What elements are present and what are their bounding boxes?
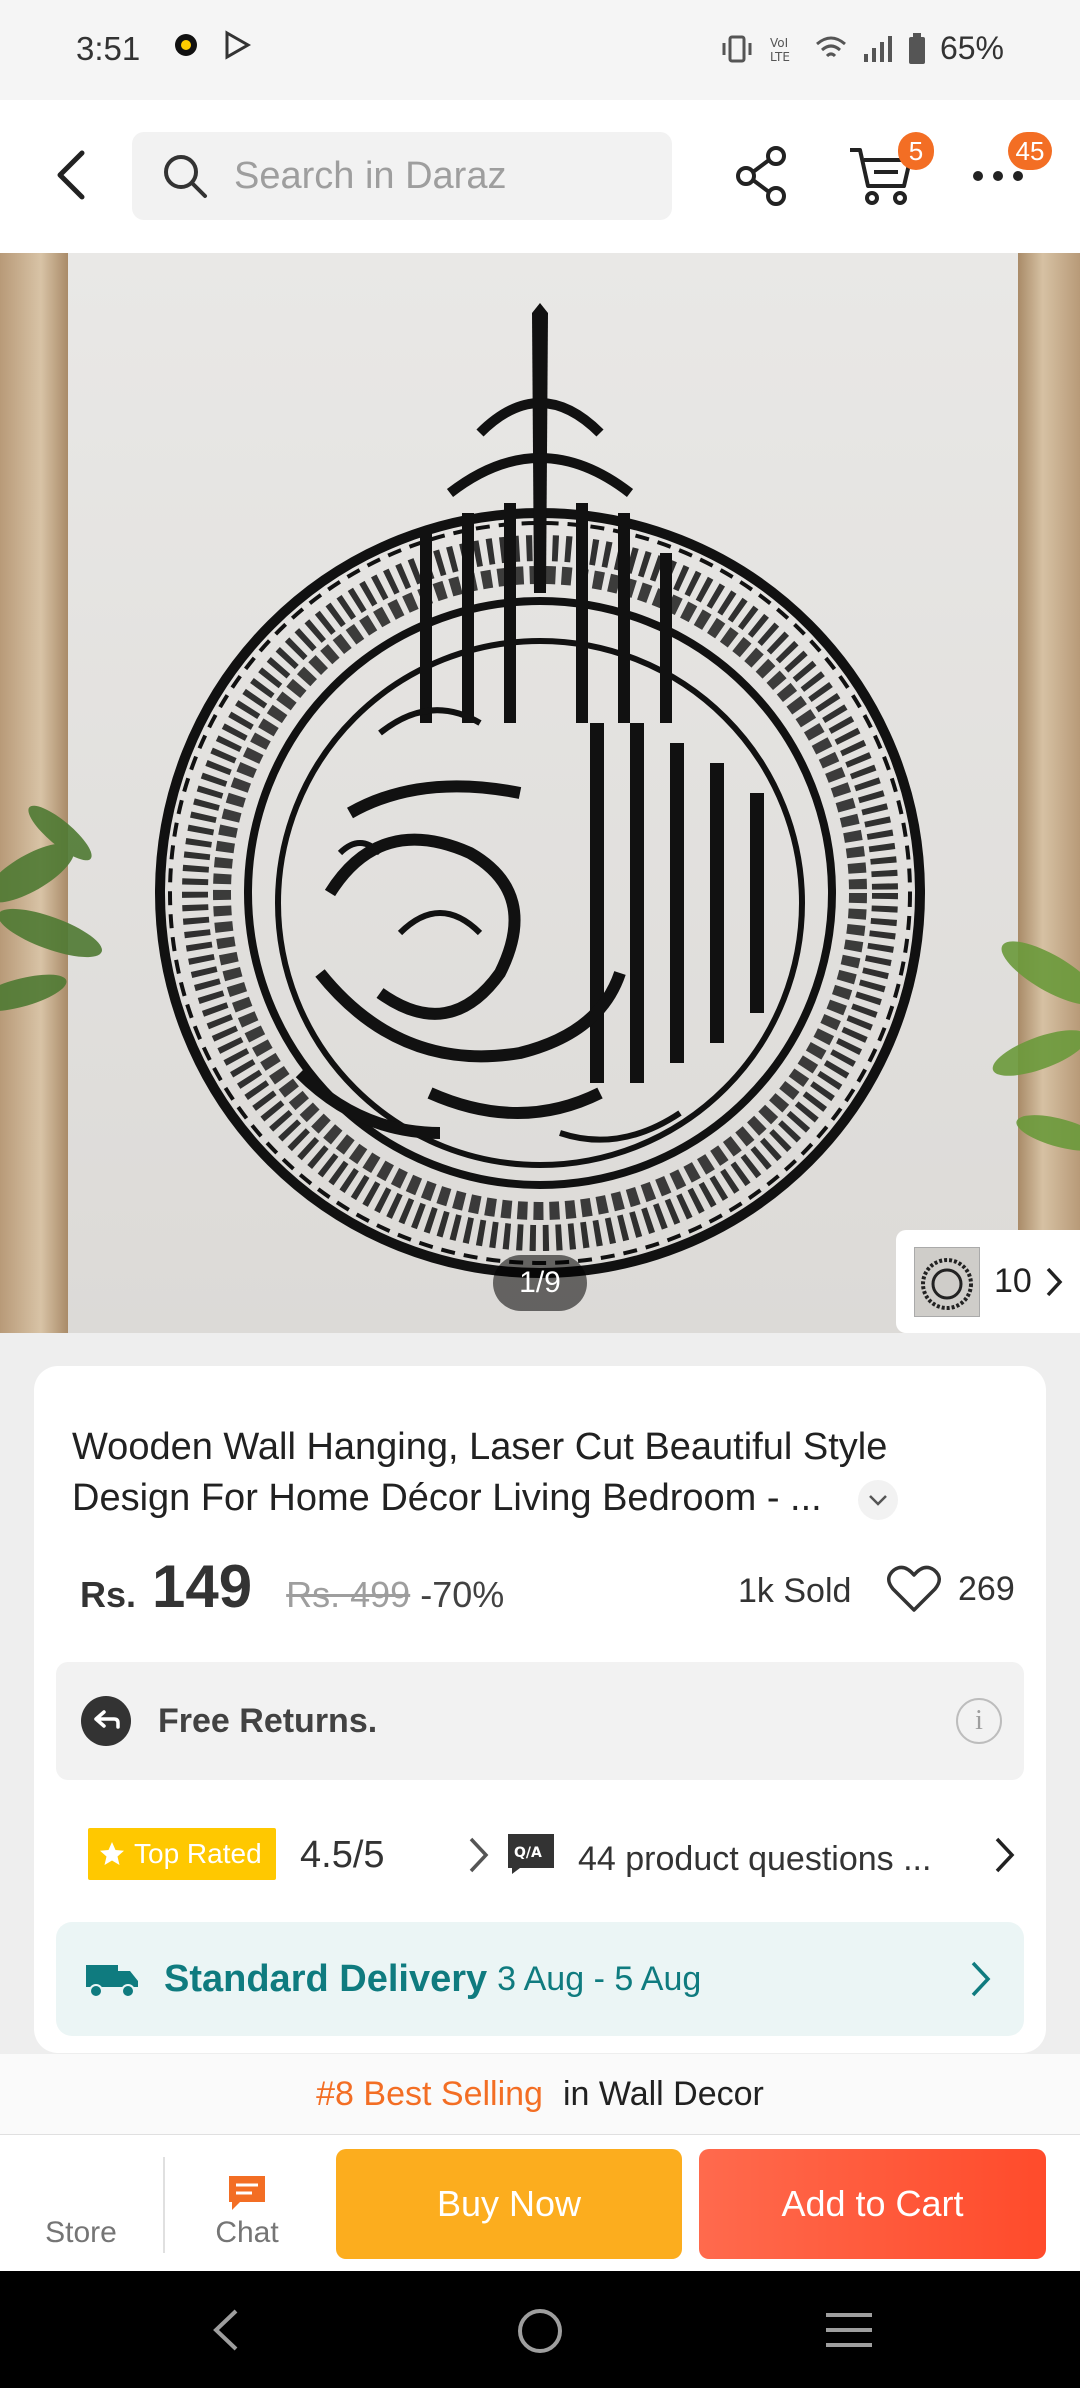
product-image-gallery[interactable]: 1/9 10	[0, 253, 1080, 1333]
add-to-cart-button[interactable]: Add to Cart	[699, 2149, 1046, 2259]
back-arrow-icon	[57, 150, 85, 200]
svg-text:Q/A: Q/A	[514, 1845, 542, 1861]
wishlist-button[interactable]: 269	[886, 1564, 1015, 1614]
search-icon	[164, 155, 207, 198]
status-bar: 3:51 VoI LTE 65%	[0, 0, 1080, 100]
heart-icon	[887, 1565, 941, 1612]
expand-title-button[interactable]	[858, 1480, 898, 1520]
top-rated-badge: Top Rated	[88, 1828, 276, 1880]
star-icon	[100, 1842, 124, 1865]
price-value: 149	[152, 1553, 253, 1620]
status-system-icons: VoI LTE 65%	[720, 30, 1004, 67]
store-label: Store	[45, 2216, 117, 2249]
best-selling-banner[interactable]: #8 Best Selling in Wall Decor	[0, 2054, 1080, 2134]
product-questions-link[interactable]: 44 product questions ...	[578, 1840, 931, 1879]
nav-home-icon[interactable]	[516, 2307, 564, 2355]
gallery-count: 10	[994, 1262, 1032, 1300]
more-options-button[interactable]: 45	[968, 132, 1052, 208]
chat-button[interactable]: Chat	[166, 2135, 328, 2272]
svg-text:VoI: VoI	[770, 36, 788, 50]
messages-count-badge: 45	[1008, 132, 1052, 170]
best-selling-category: in Wall Decor	[562, 2074, 764, 2113]
gallery-thumbnail	[914, 1246, 980, 1317]
free-returns-label: Free Returns.	[158, 1701, 378, 1740]
chevron-right-icon[interactable]	[466, 1834, 492, 1876]
volte-icon: VoILTE	[770, 36, 790, 64]
delivery-info[interactable]: Standard Delivery 3 Aug - 5 Aug	[56, 1922, 1024, 2036]
chevron-right-icon	[971, 1961, 991, 1997]
system-navigation-bar	[0, 2271, 1080, 2388]
free-returns-banner[interactable]: Free Returns. i	[56, 1662, 1024, 1780]
cart-count-badge: 5	[898, 132, 934, 170]
qa-icon: Q/A	[508, 1834, 554, 1874]
wishlist-count: 269	[958, 1569, 1015, 1608]
battery-icon	[908, 32, 925, 64]
search-bar[interactable]	[132, 132, 672, 220]
gallery-thumbnails-button[interactable]: 10	[896, 1230, 1080, 1333]
best-selling-rank: #8 Best Selling	[316, 2074, 543, 2113]
return-arrow-icon	[81, 1696, 131, 1746]
original-price: Rs. 499	[286, 1574, 411, 1615]
nav-recent-apps-icon[interactable]	[824, 2309, 874, 2351]
rating-value[interactable]: 4.5/5	[300, 1834, 385, 1877]
chevron-right-icon[interactable]	[992, 1834, 1018, 1876]
battery-percentage: 65%	[939, 30, 1004, 66]
vibrate-icon	[722, 35, 752, 62]
buy-now-button[interactable]: Buy Now	[336, 2149, 682, 2259]
play-store-icon	[225, 30, 252, 60]
chat-label: Chat	[215, 2216, 279, 2249]
product-photo-calligraphy-artwork	[0, 303, 1080, 1278]
delivery-truck-icon	[86, 1965, 138, 1998]
signal-icon	[863, 35, 892, 62]
image-page-indicator: 1/9	[493, 1255, 587, 1311]
info-icon[interactable]: i	[956, 1698, 1002, 1744]
chevron-down-icon	[869, 1495, 887, 1506]
rating-qa-row: Top Rated 4.5/5 Q/A 44 product questions…	[88, 1828, 1024, 1884]
cart-button[interactable]: 5	[846, 132, 934, 208]
store-button[interactable]: Store	[0, 2135, 162, 2272]
top-app-bar: 5 45	[0, 100, 1080, 253]
svg-text:LTE: LTE	[770, 50, 790, 64]
bottom-action-bar: Store Chat Buy Now Add to Cart	[0, 2134, 1080, 2271]
divider	[163, 2157, 165, 2253]
wifi-icon	[815, 36, 846, 57]
status-time: 3:51	[76, 30, 141, 67]
product-info-card: Wooden Wall Hanging, Laser Cut Beautiful…	[34, 1366, 1046, 2053]
search-input[interactable]	[234, 154, 654, 198]
thumbnail-artwork-icon	[921, 1257, 973, 1310]
sold-count: 1k Sold	[738, 1572, 852, 1610]
top-rated-label: Top Rated	[134, 1838, 262, 1869]
status-notification-icons	[172, 30, 252, 60]
nav-back-icon[interactable]	[206, 2307, 248, 2353]
back-button[interactable]	[40, 142, 102, 208]
price-currency: Rs.	[80, 1574, 137, 1615]
notification-dot-icon	[175, 34, 197, 56]
delivery-dates: 3 Aug - 5 Aug	[497, 1959, 702, 1998]
share-button[interactable]	[732, 144, 792, 208]
chevron-right-icon	[1046, 1267, 1063, 1296]
discount-percentage: -70%	[420, 1574, 505, 1615]
price-row: Rs. 149 Rs. 499 -70%	[80, 1552, 504, 1621]
delivery-type: Standard Delivery	[164, 1957, 488, 2000]
share-icon	[736, 146, 786, 206]
chat-icon	[229, 2176, 265, 2210]
